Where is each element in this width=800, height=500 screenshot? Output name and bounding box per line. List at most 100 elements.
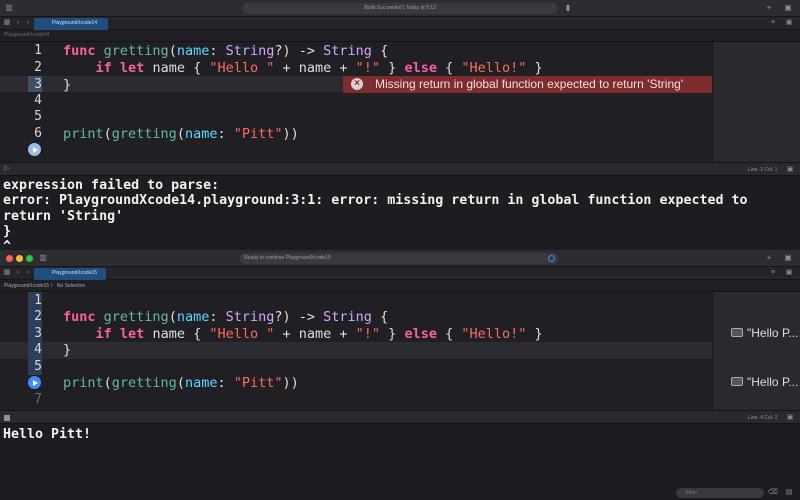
function-call: gretting (111, 375, 177, 391)
line-number: 3 (34, 326, 42, 341)
console-filter-field[interactable]: Filter (676, 488, 764, 498)
grid-icon[interactable]: ▦ (2, 268, 12, 278)
error-icon: × (351, 78, 363, 90)
line-number: 4 (34, 93, 42, 108)
close-window-button[interactable] (6, 255, 13, 262)
code-text: } (526, 326, 543, 342)
code-text: + name + (274, 60, 356, 76)
console-toggle-icon[interactable]: ▣ (785, 413, 795, 423)
code-line-3: if let name { "Hello " + name + "!" } el… (63, 326, 543, 342)
punct: { (371, 43, 389, 59)
inspector-toggle-icon[interactable]: ▣ (783, 253, 793, 263)
editor-options-icon[interactable]: ≡ (768, 268, 778, 278)
run-play-icon[interactable]: ▷ (3, 164, 11, 174)
punct: : (217, 126, 234, 142)
inspector-toggle-icon[interactable]: ▣ (783, 3, 793, 13)
code-line-6: print(gretting(name: "Pitt")) (63, 375, 299, 391)
string-literal: "Hello!" (461, 326, 527, 342)
punct: ( (176, 126, 185, 142)
zoom-window-button[interactable] (26, 255, 33, 262)
code-line-6: print(gretting(name: "Pitt")) (63, 126, 299, 142)
console-toggle-icon[interactable]: ▣ (785, 165, 795, 175)
string-literal: "Hello!" (461, 60, 527, 76)
tab-playground14[interactable]: PlaygroundXcode14 (34, 18, 108, 30)
line-number: 6 (34, 126, 42, 141)
code-line-2: if let name { "Hello " + name + "!" } el… (63, 60, 543, 76)
result-item[interactable]: "Hello P... (731, 326, 800, 342)
sidebar-toggle-icon[interactable]: ▥ (38, 253, 48, 263)
window2-titlebar: ▥ Ready to continue PlaygroundXcode15 + … (0, 250, 800, 267)
quick-look-icon[interactable] (731, 328, 743, 337)
code-text: } (380, 326, 405, 342)
punct: ( (103, 375, 112, 391)
window1-editor[interactable]: 1 2 3 4 5 6 func gretting(name: String?)… (0, 42, 800, 162)
trash-icon[interactable]: ⌫ (768, 488, 778, 498)
forward-icon[interactable]: › (24, 18, 32, 28)
punct: )) (282, 126, 299, 142)
status-icon: ▮ (565, 3, 571, 12)
keyword: let (119, 326, 145, 342)
punct: ?) -> (274, 43, 324, 59)
string-literal: "!" (355, 326, 381, 342)
cursor-position: Line: 4 Col: 2 (748, 415, 778, 421)
split-editor-icon[interactable]: ▣ (784, 268, 794, 278)
sidebar-toggle-icon[interactable]: ▥ (4, 3, 14, 13)
type-name: String (225, 309, 275, 325)
code-text: name { (144, 326, 210, 342)
jump-path[interactable]: PlaygroundXcode15 〉 No Selection (4, 282, 85, 289)
punct: : (217, 375, 234, 391)
forward-icon[interactable]: › (24, 268, 32, 278)
function-call: gretting (111, 126, 177, 142)
return-type: String (323, 309, 372, 325)
results-sidebar: "Hello P... "Hello P... (712, 292, 800, 410)
console-line: } (3, 224, 12, 239)
code-text: name { (144, 60, 210, 76)
back-icon[interactable]: ‹ (14, 268, 22, 278)
jump-path[interactable]: PlaygroundXcode14 (4, 32, 49, 38)
tab-label: PlaygroundXcode15 (52, 270, 98, 276)
split-console-icon[interactable]: ▤ (784, 488, 794, 498)
function-call: print (63, 375, 104, 391)
window2-editor[interactable]: 1 2 3 4 5 7 func gretting(name: String?)… (0, 292, 800, 410)
error-banner[interactable]: × Missing return in global function expe… (343, 76, 712, 93)
punct: ?) -> (274, 309, 324, 325)
stop-icon[interactable] (4, 415, 10, 421)
keyword: else (404, 326, 437, 342)
line-number: 1 (34, 293, 42, 308)
progress-ring-icon (548, 255, 555, 262)
keyword: let (119, 60, 145, 76)
window1-statusbar: ▷ Line: 1 Col: 1 ▣ (0, 162, 800, 176)
activity-view: Ready to continue PlaygroundXcode15 (240, 253, 558, 264)
tab-playground15[interactable]: PlaygroundXcode15 (34, 268, 106, 280)
editor-options-icon[interactable]: ≡ (768, 18, 778, 28)
minimize-window-button[interactable] (16, 255, 23, 262)
jump-selection: No Selection (56, 283, 86, 289)
line-number: 1 (34, 43, 42, 58)
result-item[interactable]: "Hello P... (731, 375, 800, 391)
quick-look-icon[interactable] (731, 377, 743, 386)
grid-icon[interactable]: ▦ (2, 18, 12, 28)
keyword: if (95, 326, 112, 342)
run-to-line-button[interactable] (28, 376, 41, 389)
punct: ( (103, 126, 112, 142)
window2-console: Hello Pitt! Filter ⌫ ▤ (0, 424, 800, 500)
add-tab-icon[interactable]: + (764, 253, 774, 263)
split-editor-icon[interactable]: ▣ (784, 18, 794, 28)
function-call: print (63, 126, 104, 142)
line-number: 5 (34, 109, 42, 124)
line-number: 2 (34, 60, 42, 75)
param-name: name (176, 43, 210, 59)
code-line-1: func gretting(name: String?) -> String { (63, 43, 388, 59)
line-number: 3 (34, 77, 42, 92)
punct: )) (282, 375, 299, 391)
code-line-2: func gretting(name: String?) -> String { (63, 309, 388, 325)
line-number: 7 (34, 392, 42, 407)
filter-placeholder: Filter (686, 490, 698, 496)
line-number: 5 (34, 359, 42, 374)
back-icon[interactable]: ‹ (14, 18, 22, 28)
run-button[interactable] (28, 143, 41, 156)
results-sidebar (712, 42, 800, 162)
add-tab-icon[interactable]: + (764, 3, 774, 13)
